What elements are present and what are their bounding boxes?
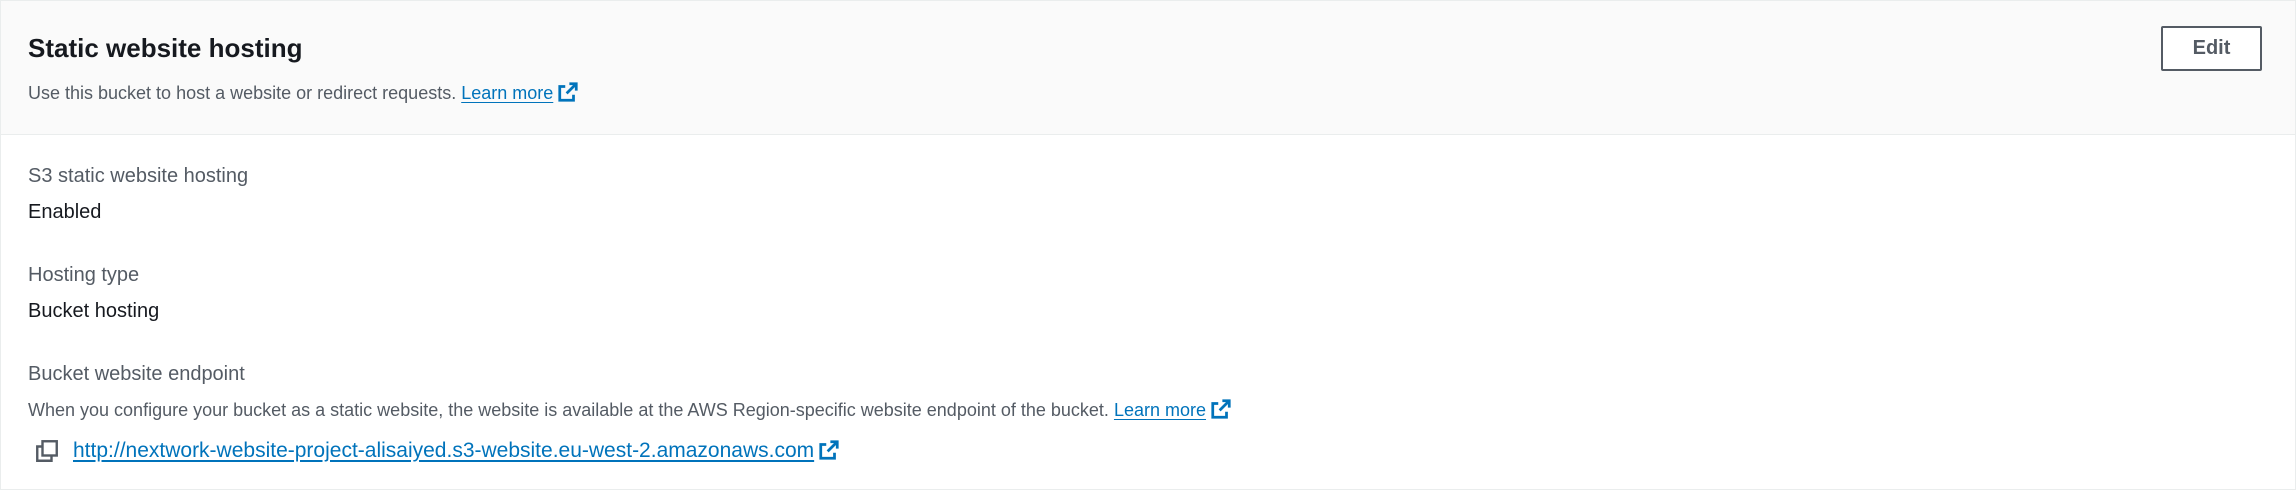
panel-description-text: Use this bucket to host a website or red… — [28, 83, 457, 103]
endpoint-url-text: http://nextwork-website-project-alisaiye… — [73, 439, 815, 462]
hosting-status-value: Enabled — [28, 201, 102, 223]
hosting-status-label: S3 static website hosting — [28, 165, 249, 187]
panel-title: Static website hosting — [28, 33, 303, 63]
learn-more-label: Learn more — [461, 83, 554, 103]
endpoint-description: When you configure your bucket as a stat… — [28, 398, 1232, 422]
hosting-type-label: Hosting type — [28, 264, 140, 286]
learn-more-link[interactable]: Learn more — [461, 82, 579, 103]
endpoint-description-text: When you configure your bucket as a stat… — [28, 400, 1109, 420]
endpoint-learn-more-label: Learn more — [1113, 400, 1207, 420]
static-website-hosting-panel: Static website hosting Use this bucket t… — [0, 0, 2296, 490]
panel-description: Use this bucket to host a website or red… — [28, 81, 579, 105]
endpoint-label: Bucket website endpoint — [28, 363, 245, 385]
copy-icon[interactable] — [35, 439, 59, 463]
endpoint-url-link[interactable]: http://nextwork-website-project-alisaiye… — [73, 437, 840, 465]
external-link-icon — [1211, 399, 1231, 419]
panel-header: Static website hosting Use this bucket t… — [1, 1, 2295, 135]
endpoint-url-row: http://nextwork-website-project-alisaiye… — [35, 436, 840, 466]
endpoint-learn-more-link[interactable]: Learn more — [1113, 399, 1232, 420]
edit-button[interactable]: Edit — [2161, 26, 2262, 71]
external-link-icon — [819, 440, 839, 460]
external-link-icon — [558, 82, 578, 102]
hosting-type-value: Bucket hosting — [28, 300, 160, 322]
